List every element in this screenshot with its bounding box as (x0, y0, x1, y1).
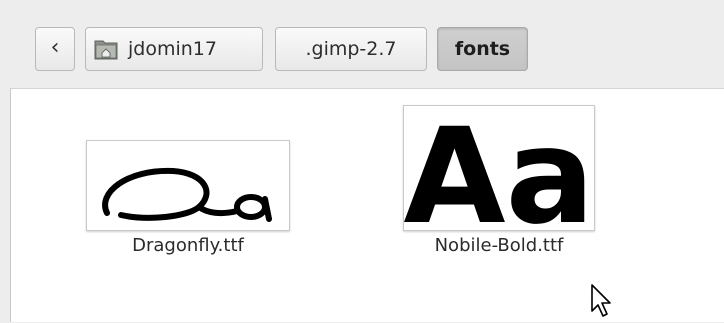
path-segment-label: .gimp-2.7 (305, 38, 397, 60)
file-name: Nobile-Bold.ttf (434, 235, 564, 256)
path-bar: ‹ jdomin17 .gimp-2.7 fonts (0, 0, 724, 88)
mouse-pointer-icon (590, 283, 614, 323)
back-button[interactable]: ‹ (35, 27, 75, 71)
file-view[interactable]: Dragonfly.ttf Aa Nobile-Bold.ttf (10, 88, 724, 322)
font-preview-bold-icon: Aa (403, 100, 595, 254)
home-folder-icon (94, 38, 118, 60)
preview-text: Aa (404, 106, 594, 230)
path-segment-home[interactable]: jdomin17 (85, 27, 263, 71)
chevron-left-icon: ‹ (50, 34, 60, 60)
path-segment-fonts[interactable]: fonts (437, 27, 528, 71)
path-segment-label: jdomin17 (128, 38, 217, 60)
path-segment-label: fonts (454, 38, 511, 60)
file-name: Dragonfly.ttf (132, 235, 244, 256)
font-preview-script-icon (86, 140, 290, 231)
path-segment-gimp[interactable]: .gimp-2.7 (275, 27, 427, 71)
